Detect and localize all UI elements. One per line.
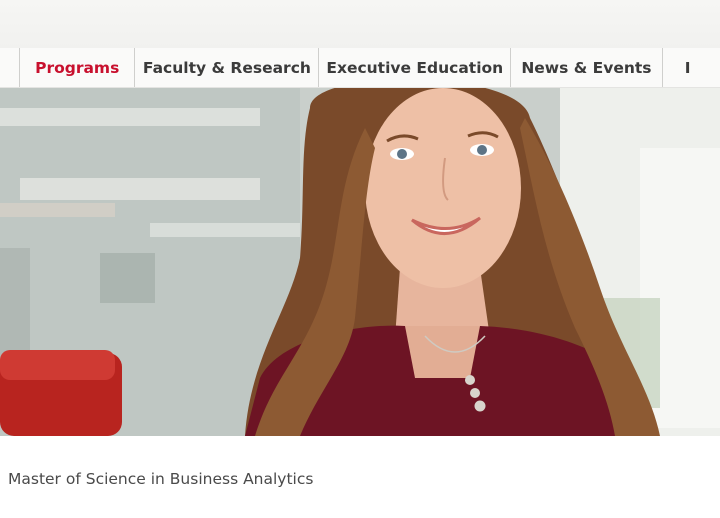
- hero-image: [0, 88, 720, 436]
- nav-item-programs[interactable]: Programs: [19, 48, 134, 87]
- page-subtitle: Master of Science in Business Analytics: [8, 470, 314, 488]
- top-header-bar: [0, 0, 720, 48]
- nav-item-overflow[interactable]: I: [661, 48, 720, 87]
- main-navigation: Programs Faculty & Research Executive Ed…: [0, 48, 720, 88]
- nav-item-faculty-research[interactable]: Faculty & Research: [134, 48, 318, 87]
- nav-item-news-events[interactable]: News & Events: [510, 48, 662, 87]
- nav-item-executive-education[interactable]: Executive Education: [318, 48, 510, 87]
- portrait-illustration: [0, 88, 720, 436]
